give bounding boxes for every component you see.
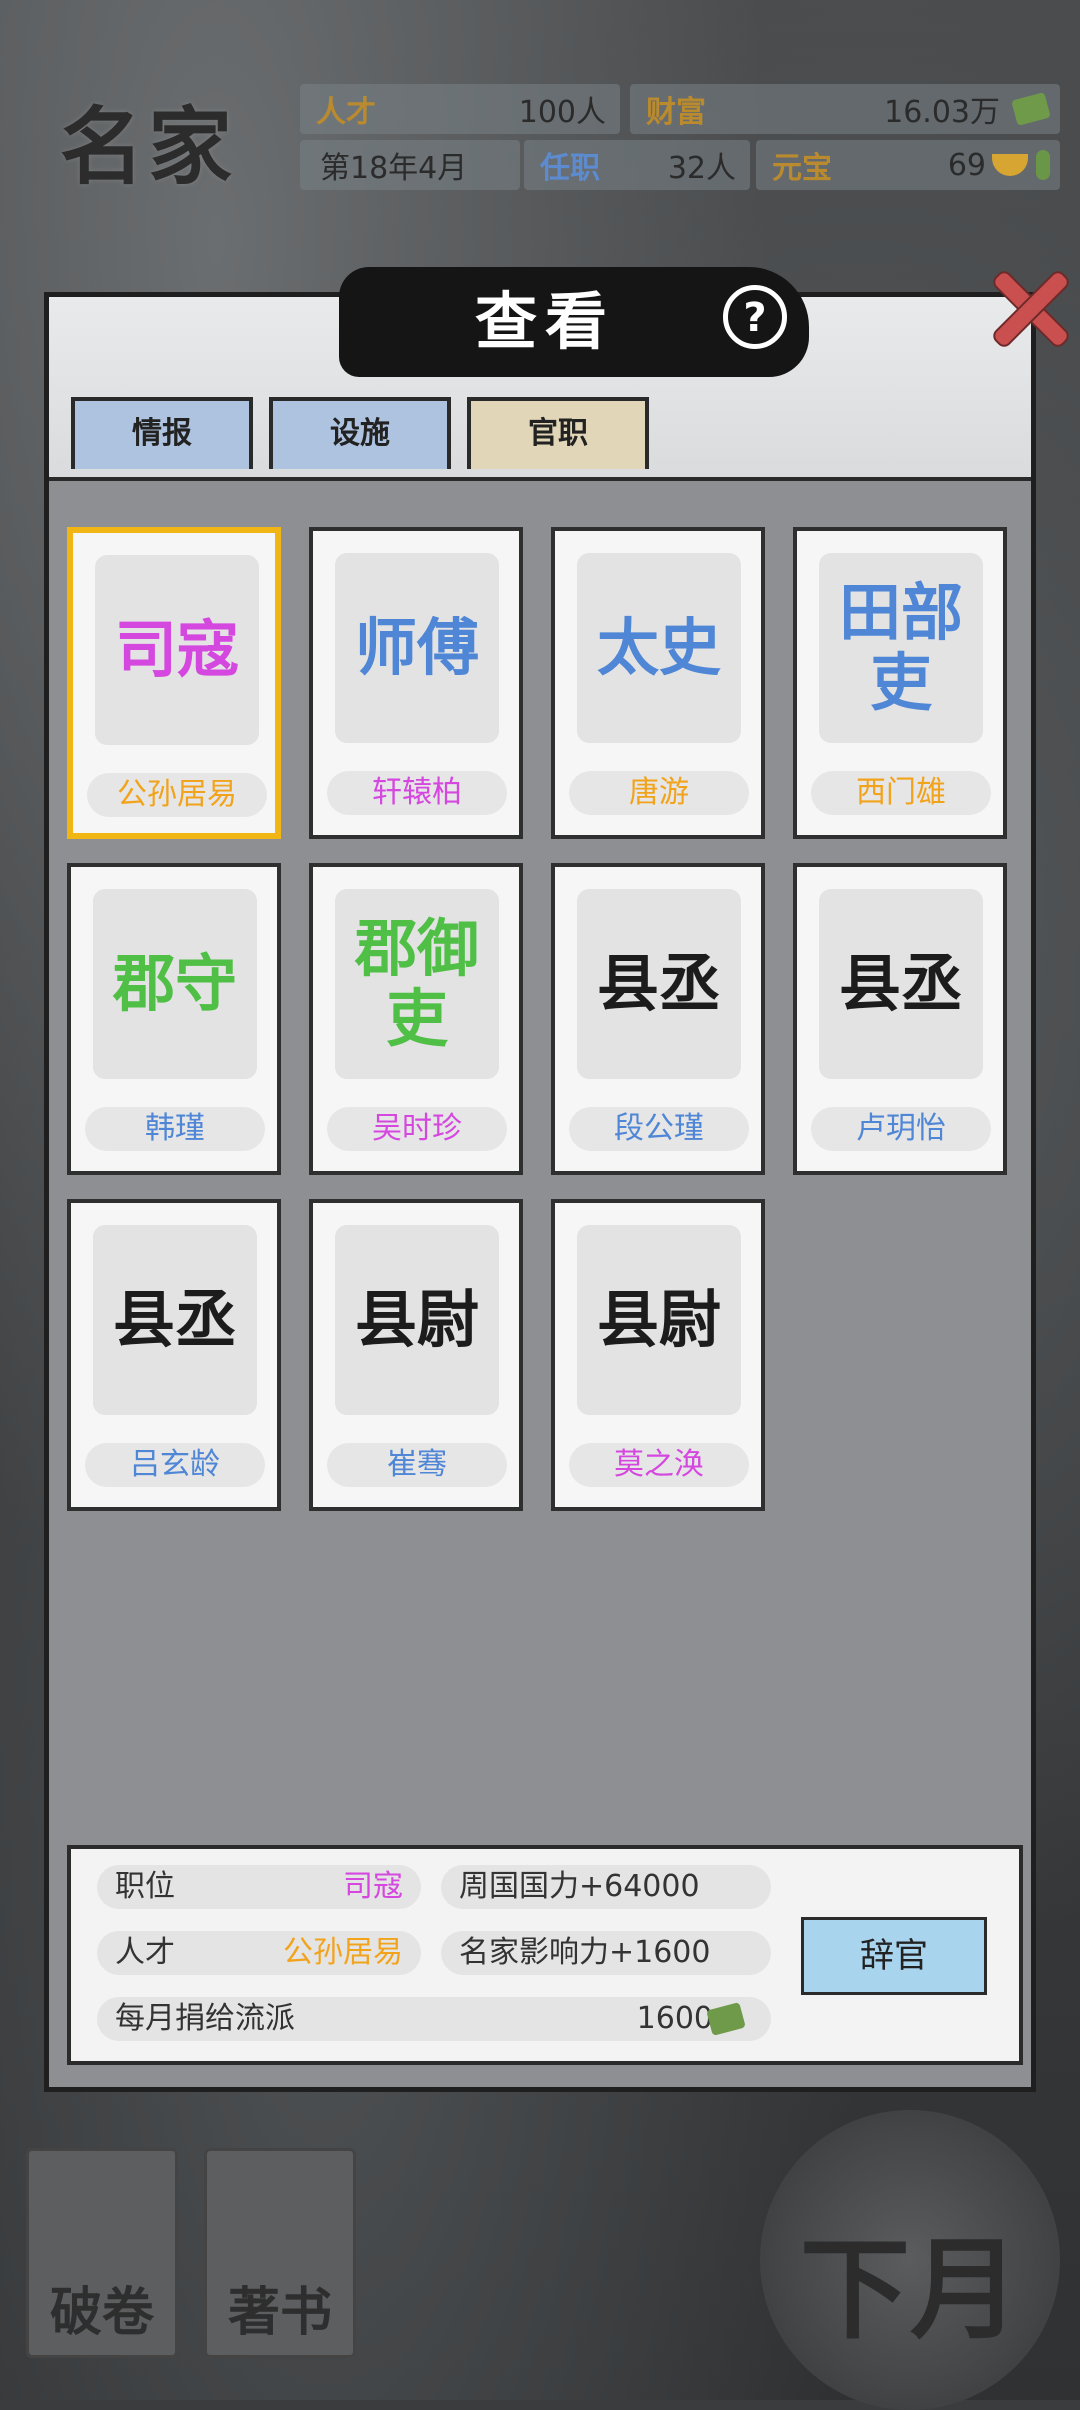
wealth-stat: 财富 16.03万: [630, 84, 1060, 134]
donation-label: 每月捐给流派: [115, 2001, 295, 2036]
donation-pill: 每月捐给流派 1600: [97, 1997, 771, 2041]
office-value: 32人: [667, 151, 736, 186]
donation-value: 1600: [636, 2001, 713, 2036]
panel-title: 查看: [474, 285, 615, 358]
bonus-pill-1: 周国国力+64000: [441, 1865, 771, 1909]
office-title: 县尉: [577, 1225, 741, 1415]
resign-button[interactable]: 辞官: [801, 1917, 987, 1995]
panel-header: 查看 ? 情报 设施 官职: [49, 267, 1031, 481]
talent-value: 公孙居易: [283, 1935, 403, 1970]
close-icon[interactable]: [977, 257, 1077, 357]
talent-pill: 人才 公孙居易: [97, 1931, 421, 1975]
office-title: 郡御吏: [335, 889, 499, 1079]
help-icon[interactable]: ?: [723, 285, 787, 349]
influence-bonus: 名家影响力+1600: [459, 1935, 711, 1970]
office-card[interactable]: 师傅 轩辕柏: [309, 527, 523, 839]
wealth-value: 16.03万: [884, 95, 1000, 130]
wealth-label: 财富: [646, 95, 706, 130]
school-name: 名家: [60, 98, 237, 196]
office-card[interactable]: 县尉 崔骞: [309, 1199, 523, 1511]
office-title: 县丞: [577, 889, 741, 1079]
official-name: 轩辕柏: [327, 771, 507, 815]
coin-icon: [1011, 92, 1051, 126]
office-card[interactable]: 郡守 韩瑾: [67, 863, 281, 1175]
office-title: 司寇: [95, 555, 259, 745]
write-book-button[interactable]: 著书: [204, 2148, 356, 2358]
office-title: 太史: [577, 553, 741, 743]
office-card[interactable]: 县尉 莫之涣: [551, 1199, 765, 1511]
write-book-label: 著书: [227, 2283, 332, 2343]
official-name: 卢玥怡: [811, 1107, 991, 1151]
office-card[interactable]: 太史 唐游: [551, 527, 765, 839]
official-name: 西门雄: [811, 771, 991, 815]
top-status-bar: 名家 人才 100人 财富 16.03万 第18年4月 任职 32人 元宝 69: [0, 0, 1080, 230]
office-info-panel: 职位 司寇 周国国力+64000 人才 公孙居易 名家影响力+1600 每月捐给…: [67, 1845, 1023, 2065]
yuanbao-value: 69: [947, 147, 986, 183]
office-title: 郡守: [93, 889, 257, 1079]
official-name: 唐游: [569, 771, 749, 815]
ingot-icon: [992, 154, 1028, 176]
tab-offices[interactable]: 官职: [467, 397, 649, 469]
office-label: 任职: [540, 151, 600, 186]
break-scroll-label: 破卷: [49, 2283, 154, 2343]
position-pill: 职位 司寇: [97, 1865, 421, 1909]
office-card[interactable]: 县丞 段公瑾: [551, 863, 765, 1175]
yuanbao-stat: 元宝 69: [756, 140, 1060, 190]
position-value: 司寇: [343, 1869, 403, 1904]
plus-leaf-icon[interactable]: [1036, 150, 1050, 180]
official-name: 崔骞: [327, 1443, 507, 1487]
office-title: 县丞: [93, 1225, 257, 1415]
office-stat: 任职 32人: [524, 140, 750, 190]
office-title: 田部吏: [819, 553, 983, 743]
office-card[interactable]: 司寇 公孙居易: [67, 527, 281, 839]
talent-value: 100人: [518, 95, 606, 130]
office-title: 县尉: [335, 1225, 499, 1415]
yuanbao-label: 元宝: [772, 151, 832, 186]
official-name: 吴时珍: [327, 1107, 507, 1151]
next-month-label: 下月: [800, 2226, 1020, 2354]
talent-stat: 人才 100人: [300, 84, 620, 134]
official-name: 公孙居易: [87, 773, 267, 817]
date-value: 第18年4月: [320, 151, 468, 186]
tab-intel[interactable]: 情报: [71, 397, 253, 469]
office-title: 县丞: [819, 889, 983, 1079]
official-name: 吕玄龄: [85, 1443, 265, 1487]
office-card[interactable]: 县丞 吕玄龄: [67, 1199, 281, 1511]
state-power-bonus: 周国国力+64000: [459, 1869, 700, 1904]
break-scroll-button[interactable]: 破卷: [26, 2148, 178, 2358]
view-panel: 查看 ? 情报 设施 官职 司寇 公孙居易 师傅 轩辕柏 太史 唐游 田部吏 西门雄 郡守 韩瑾郡…: [44, 267, 1036, 2092]
talent-label: 人才: [316, 95, 376, 130]
position-label: 职位: [115, 1869, 175, 1904]
office-card[interactable]: 县丞 卢玥怡: [793, 863, 1007, 1175]
official-name: 韩瑾: [85, 1107, 265, 1151]
talent-label: 人才: [115, 1935, 175, 1970]
date-stat: 第18年4月: [300, 140, 520, 190]
official-name: 莫之涣: [569, 1443, 749, 1487]
tab-facilities[interactable]: 设施: [269, 397, 451, 469]
official-name: 段公瑾: [569, 1107, 749, 1151]
office-card[interactable]: 郡御吏 吴时珍: [309, 863, 523, 1175]
office-title: 师傅: [335, 553, 499, 743]
next-month-button[interactable]: 下月: [760, 2110, 1060, 2410]
bonus-pill-2: 名家影响力+1600: [441, 1931, 771, 1975]
office-card[interactable]: 田部吏 西门雄: [793, 527, 1007, 839]
